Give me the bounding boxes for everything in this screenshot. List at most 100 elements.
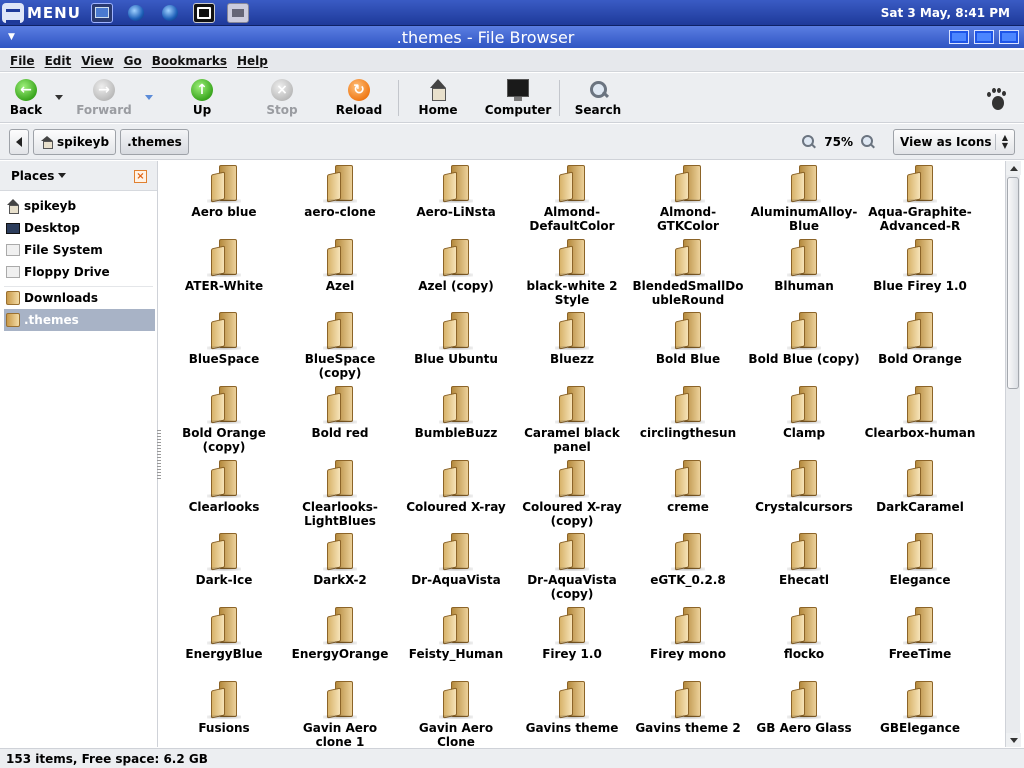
folder-item[interactable]: Firey mono: [630, 607, 746, 681]
folder-item[interactable]: Aero blue: [166, 165, 282, 239]
menu-go[interactable]: Go: [124, 54, 142, 68]
folder-item[interactable]: BlueSpace (copy): [282, 312, 398, 386]
zoom-in-icon[interactable]: [861, 134, 875, 149]
menu-edit[interactable]: Edit: [45, 54, 72, 68]
folder-item[interactable]: Coloured X-ray: [398, 459, 514, 534]
folder-item[interactable]: Crystalcursors: [746, 459, 862, 534]
folder-item[interactable]: Almond-GTKColor: [630, 165, 746, 239]
folder-item[interactable]: Blue Ubuntu: [398, 312, 514, 386]
folder-item[interactable]: Feisty_Human: [398, 607, 514, 681]
folder-item[interactable]: Gavins theme 2: [630, 680, 746, 747]
folder-item[interactable]: eGTK_0.2.8: [630, 533, 746, 607]
vertical-scrollbar[interactable]: [1005, 161, 1021, 747]
folder-item[interactable]: Caramel black panel: [514, 386, 630, 460]
sidebar-item-home[interactable]: spikeyb: [0, 195, 157, 217]
folder-item[interactable]: creme: [630, 459, 746, 534]
scroll-down-icon[interactable]: [1006, 733, 1021, 747]
folder-item[interactable]: Clearbox-human: [862, 386, 978, 460]
folder-item[interactable]: Aqua-Graphite-Advanced-R: [862, 165, 978, 239]
terminal-icon[interactable]: [90, 2, 113, 23]
pane-splitter-handle[interactable]: [157, 430, 161, 480]
folder-item[interactable]: FreeTime: [862, 607, 978, 681]
folder-item[interactable]: Almond-DefaultColor: [514, 165, 630, 239]
scrollbar-thumb[interactable]: [1007, 177, 1019, 389]
view-mode-select[interactable]: View as Icons ▲ ▼: [893, 128, 1015, 155]
window-titlebar[interactable]: ▼ .themes - File Browser: [0, 26, 1024, 48]
folder-item[interactable]: black-white 2 Style: [514, 238, 630, 313]
folder-item[interactable]: Coloured X-ray (copy): [514, 459, 630, 534]
folder-item[interactable]: GBElegance: [862, 680, 978, 747]
browser-launcher[interactable]: [159, 3, 181, 23]
screenshot-icon[interactable]: [226, 2, 249, 23]
folder-item[interactable]: flocko: [746, 607, 862, 681]
scroll-up-icon[interactable]: [1006, 161, 1021, 175]
folder-item[interactable]: Blhuman: [746, 238, 862, 313]
zoom-level[interactable]: 75%: [824, 135, 853, 149]
search-button[interactable]: Search: [572, 73, 624, 123]
workspace-icon[interactable]: [192, 2, 215, 23]
sidebar-item-floppy-drive[interactable]: Floppy Drive: [0, 261, 157, 283]
menu-file[interactable]: File: [10, 54, 35, 68]
folder-item[interactable]: circlingthesun: [630, 386, 746, 460]
reload-button[interactable]: ↻ Reload: [334, 73, 384, 123]
icon-view[interactable]: Aero blue aero-clone Aero-LiNsta Almond-Def…: [162, 161, 1004, 747]
folder-item[interactable]: Bluezz: [514, 312, 630, 386]
sidebar-item-downloads[interactable]: Downloads: [0, 287, 157, 309]
folder-item[interactable]: Fusions: [166, 680, 282, 747]
folder-item[interactable]: Azel: [282, 238, 398, 313]
close-button[interactable]: [999, 30, 1019, 44]
folder-item[interactable]: Aero-LiNsta: [398, 165, 514, 239]
folder-item[interactable]: DarkX-2: [282, 533, 398, 607]
folder-item[interactable]: Elegance: [862, 533, 978, 607]
back-history-dropdown[interactable]: [55, 95, 63, 100]
folder-item[interactable]: Bold red: [282, 386, 398, 460]
forward-history-dropdown[interactable]: [145, 95, 153, 100]
folder-item[interactable]: Bold Blue: [630, 312, 746, 386]
folder-item[interactable]: EnergyOrange: [282, 607, 398, 681]
folder-item[interactable]: aero-clone: [282, 165, 398, 239]
menu-help[interactable]: Help: [237, 54, 268, 68]
back-button[interactable]: ← Back: [9, 73, 43, 123]
path-button-home[interactable]: spikeyb: [33, 128, 117, 155]
sidebar-item-file-system[interactable]: File System: [0, 239, 157, 261]
folder-item[interactable]: Gavin Aero Clone: [398, 680, 514, 747]
folder-item[interactable]: DarkCaramel: [862, 459, 978, 534]
sidebar-item-desktop[interactable]: Desktop: [0, 217, 157, 239]
menu-bookmarks[interactable]: Bookmarks: [152, 54, 227, 68]
folder-item[interactable]: BlendedSmallDoubleRound: [630, 238, 746, 313]
maximize-button[interactable]: [974, 30, 994, 44]
folder-item[interactable]: Gavin Aero clone 1: [282, 680, 398, 747]
folder-item[interactable]: Bold Blue (copy): [746, 312, 862, 386]
folder-item[interactable]: Bold Orange: [862, 312, 978, 386]
zoom-out-icon[interactable]: [802, 134, 816, 149]
folder-item[interactable]: Dr-AquaVista (copy): [514, 533, 630, 607]
folder-item[interactable]: Dark-Ice: [166, 533, 282, 607]
menu-view[interactable]: View: [81, 54, 113, 68]
folder-item[interactable]: Gavins theme: [514, 680, 630, 747]
folder-item[interactable]: Clearlooks: [166, 459, 282, 534]
folder-item[interactable]: Azel (copy): [398, 238, 514, 313]
folder-item[interactable]: ATER-White: [166, 238, 282, 313]
path-scroll-left-button[interactable]: [9, 128, 29, 155]
minimize-button[interactable]: [949, 30, 969, 44]
computer-button[interactable]: Computer: [485, 73, 551, 123]
folder-item[interactable]: Bold Orange (copy): [166, 386, 282, 460]
close-sidebar-icon[interactable]: ×: [134, 170, 147, 183]
stop-button[interactable]: × Stop: [262, 73, 302, 123]
folder-item[interactable]: Firey 1.0: [514, 607, 630, 681]
folder-item[interactable]: Clearlooks-LightBlues: [282, 459, 398, 534]
folder-item[interactable]: Blue Firey 1.0: [862, 238, 978, 313]
path-button-current[interactable]: .themes: [120, 128, 189, 155]
window-menu-icon[interactable]: ▼: [8, 32, 22, 42]
forward-button[interactable]: → Forward: [75, 73, 133, 123]
home-button[interactable]: Home: [413, 73, 463, 123]
globe-launcher[interactable]: [125, 3, 147, 23]
folder-item[interactable]: Ehecatl: [746, 533, 862, 607]
panel-clock[interactable]: Sat 3 May, 8:41 PM: [881, 6, 1024, 20]
main-menu-button[interactable]: MENU: [0, 0, 85, 26]
folder-item[interactable]: BumbleBuzz: [398, 386, 514, 460]
folder-item[interactable]: BlueSpace: [166, 312, 282, 386]
folder-item[interactable]: AluminumAlloy-Blue: [746, 165, 862, 239]
folder-item[interactable]: GB Aero Glass: [746, 680, 862, 747]
sidebar-item-themes[interactable]: .themes: [4, 309, 155, 331]
